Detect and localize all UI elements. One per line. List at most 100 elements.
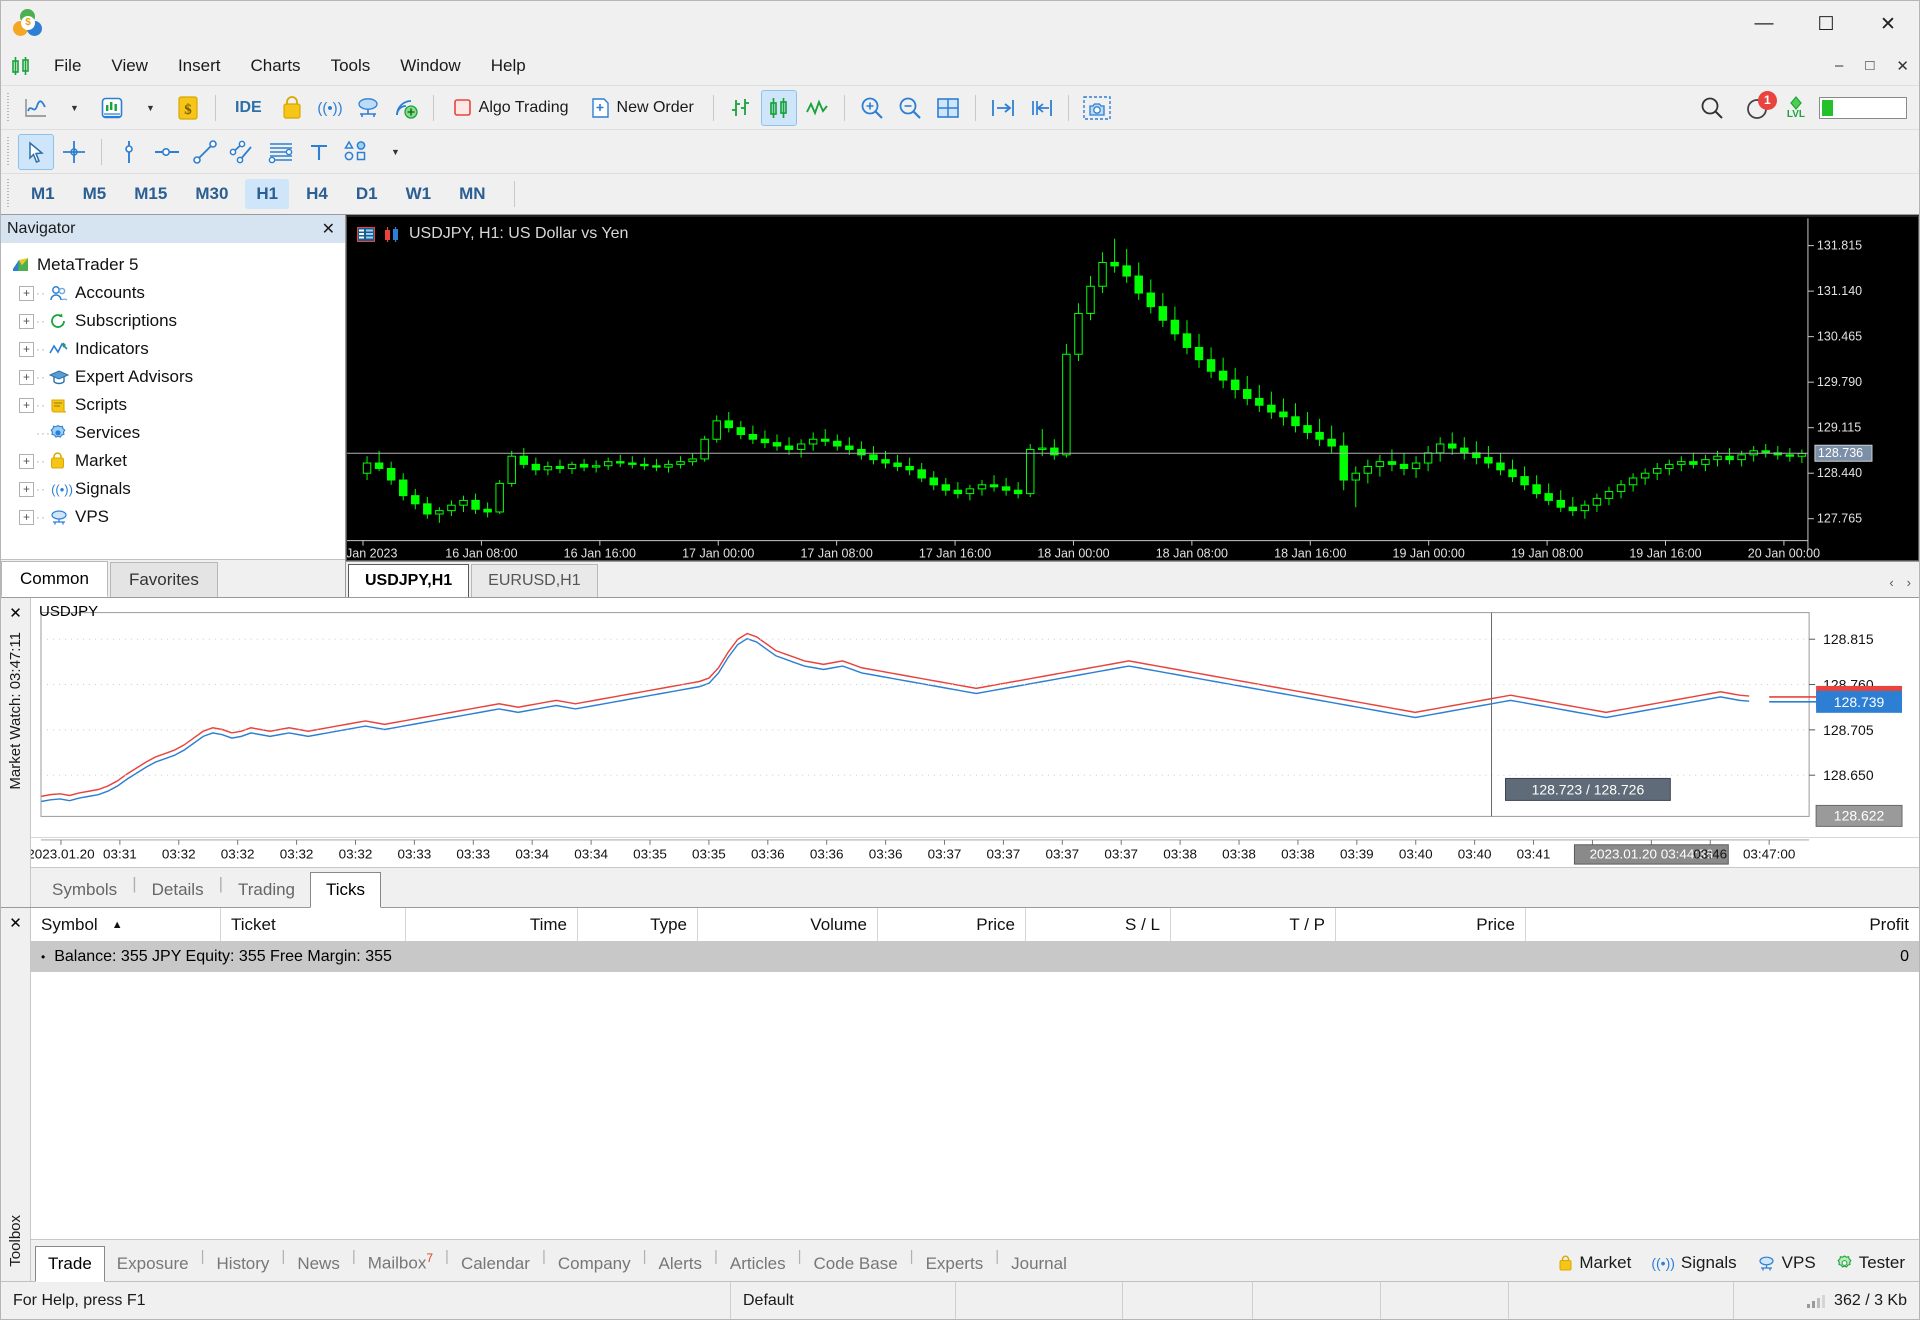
close-button[interactable]: ✕ — [1857, 1, 1919, 47]
column-tp[interactable]: T / P — [1171, 908, 1336, 941]
timeframe-m5[interactable]: M5 — [72, 179, 118, 209]
grid-button[interactable] — [930, 90, 966, 126]
channel-tool-button[interactable] — [225, 134, 261, 170]
timeframe-m15[interactable]: M15 — [123, 179, 178, 209]
navigator-tab-favorites[interactable]: Favorites — [109, 562, 218, 597]
timeframe-grip[interactable] — [4, 179, 13, 209]
toolbox-tab-calendar[interactable]: Calendar — [449, 1247, 542, 1281]
toolbox-tab-mailbox[interactable]: Mailbox7 — [356, 1244, 445, 1281]
text-tool-button[interactable] — [301, 134, 337, 170]
nav-item-market[interactable]: + ·· Market — [11, 447, 345, 475]
mdi-minimize-button[interactable]: – — [1835, 57, 1843, 75]
timeframe-h1[interactable]: H1 — [245, 179, 290, 209]
level-icon[interactable]: LVL — [1787, 95, 1805, 120]
scroll-left-icon[interactable]: ‹ — [1889, 575, 1893, 590]
toolbox-close-icon[interactable]: ✕ — [9, 914, 22, 932]
toolbox-tab-journal[interactable]: Journal — [999, 1247, 1079, 1281]
crosshair-tool-button[interactable] — [56, 134, 92, 170]
signals-icon[interactable]: ((•)) — [312, 90, 348, 126]
toolbox-tab-history[interactable]: History — [205, 1247, 282, 1281]
mw-tab-ticks[interactable]: Ticks — [310, 872, 382, 908]
expand-icon[interactable]: + — [19, 369, 34, 385]
menu-item-help[interactable]: Help — [476, 51, 541, 81]
notifications-icon[interactable]: 1 — [1745, 90, 1777, 122]
menu-item-view[interactable]: View — [96, 51, 163, 81]
screenshot-button[interactable] — [1078, 90, 1116, 126]
toolbox-tab-company[interactable]: Company — [546, 1247, 643, 1281]
vps-cloud-icon[interactable] — [350, 90, 386, 126]
vertical-line-tool-button[interactable] — [111, 134, 147, 170]
expand-icon[interactable]: + — [19, 481, 34, 497]
maximize-button[interactable]: ☐ — [1795, 1, 1857, 47]
quicklink-tester[interactable]: Tester — [1836, 1253, 1905, 1273]
expand-icon[interactable]: + — [19, 453, 34, 469]
menu-item-tools[interactable]: Tools — [316, 51, 386, 81]
fibonacci-tool-button[interactable] — [263, 134, 299, 170]
nav-item-scripts[interactable]: + ·· Scripts — [11, 391, 345, 419]
column-profit[interactable]: Profit — [1526, 908, 1919, 941]
quicklink-vps[interactable]: VPS — [1757, 1253, 1816, 1273]
mw-tab-trading[interactable]: Trading — [223, 873, 310, 907]
candlestick-chart-dropdown[interactable]: ▼ — [132, 90, 168, 126]
column-volume[interactable]: Volume — [698, 908, 878, 941]
nav-item-vps[interactable]: + ·· VPS — [11, 503, 345, 531]
nav-item-accounts[interactable]: + ·· Accounts — [11, 279, 345, 307]
navigator-tab-common[interactable]: Common — [1, 561, 108, 597]
column-symbol[interactable]: Symbol ▲ — [31, 908, 221, 941]
expand-icon[interactable]: + — [19, 313, 34, 329]
dollar-button[interactable]: $ — [170, 90, 206, 126]
column-sl[interactable]: S / L — [1026, 908, 1171, 941]
market-watch-close-icon[interactable]: ✕ — [9, 604, 22, 622]
account-summary-row[interactable]: • Balance: 355 JPY Equity: 355 Free Marg… — [31, 942, 1919, 972]
search-icon[interactable] — [1694, 90, 1730, 126]
line-chart-button[interactable] — [18, 90, 54, 126]
minimize-button[interactable]: — — [1733, 1, 1795, 47]
menu-item-file[interactable]: File — [39, 51, 96, 81]
expand-icon[interactable]: + — [19, 509, 34, 525]
menu-item-charts[interactable]: Charts — [235, 51, 315, 81]
add-subscription-icon[interactable] — [388, 90, 424, 126]
trendline-tool-button[interactable] — [187, 134, 223, 170]
market-bag-icon[interactable] — [274, 90, 310, 126]
toolbar-grip[interactable] — [4, 92, 13, 123]
nav-item-signals[interactable]: + ·· ((•)) Signals — [11, 475, 345, 503]
mdi-close-button[interactable]: ✕ — [1896, 57, 1909, 75]
toolbox-tab-code-base[interactable]: Code Base — [802, 1247, 910, 1281]
zoom-in-button[interactable] — [854, 90, 890, 126]
menu-item-insert[interactable]: Insert — [163, 51, 236, 81]
zoom-out-button[interactable] — [892, 90, 928, 126]
algo-trading-button[interactable]: Algo Trading — [443, 90, 579, 126]
candlestick-view-button[interactable] — [760, 89, 797, 126]
line-view-button[interactable] — [799, 90, 835, 126]
expand-icon[interactable]: + — [19, 397, 34, 413]
timeframe-h4[interactable]: H4 — [295, 179, 339, 209]
horizontal-line-tool-button[interactable] — [149, 134, 185, 170]
toolbox-tab-trade[interactable]: Trade — [35, 1246, 105, 1282]
quicklink-market[interactable]: Market — [1558, 1253, 1631, 1273]
menu-item-window[interactable]: Window — [385, 51, 475, 81]
column-price-open[interactable]: Price — [878, 908, 1026, 941]
trade-grid-body[interactable] — [31, 972, 1919, 1239]
ide-button[interactable]: IDE — [225, 90, 272, 126]
column-ticket[interactable]: Ticket — [221, 908, 406, 941]
cursor-tool-button[interactable] — [18, 133, 54, 170]
toolbox-tab-news[interactable]: News — [285, 1247, 352, 1281]
tick-chart[interactable]: USDJPY 128.815 128.760 128.705 128.650 128.7… — [31, 598, 1919, 837]
quicklink-signals[interactable]: ((•)) Signals — [1651, 1253, 1736, 1273]
timeframe-m1[interactable]: M1 — [20, 179, 66, 209]
toolbox-tab-alerts[interactable]: Alerts — [647, 1247, 714, 1281]
new-order-button[interactable]: New Order — [581, 90, 704, 126]
candlestick-chart-button[interactable] — [94, 90, 130, 126]
chart-tab-eurusd[interactable]: EURUSD,H1 — [471, 564, 598, 597]
timeframe-mn[interactable]: MN — [448, 179, 496, 209]
chart-tab-usdjpy[interactable]: USDJPY,H1 — [348, 564, 470, 597]
mw-tab-details[interactable]: Details — [137, 873, 219, 907]
status-profile[interactable]: Default — [731, 1282, 956, 1319]
bar-chart-icon[interactable] — [723, 90, 759, 126]
timeframe-w1[interactable]: W1 — [395, 179, 443, 209]
toolbox-tab-articles[interactable]: Articles — [718, 1247, 798, 1281]
scroll-right-icon[interactable]: › — [1907, 575, 1911, 590]
navigator-close-icon[interactable]: ✕ — [318, 219, 339, 239]
timeframe-m30[interactable]: M30 — [184, 179, 239, 209]
nav-root-metatrader[interactable]: MetaTrader 5 — [11, 251, 345, 279]
